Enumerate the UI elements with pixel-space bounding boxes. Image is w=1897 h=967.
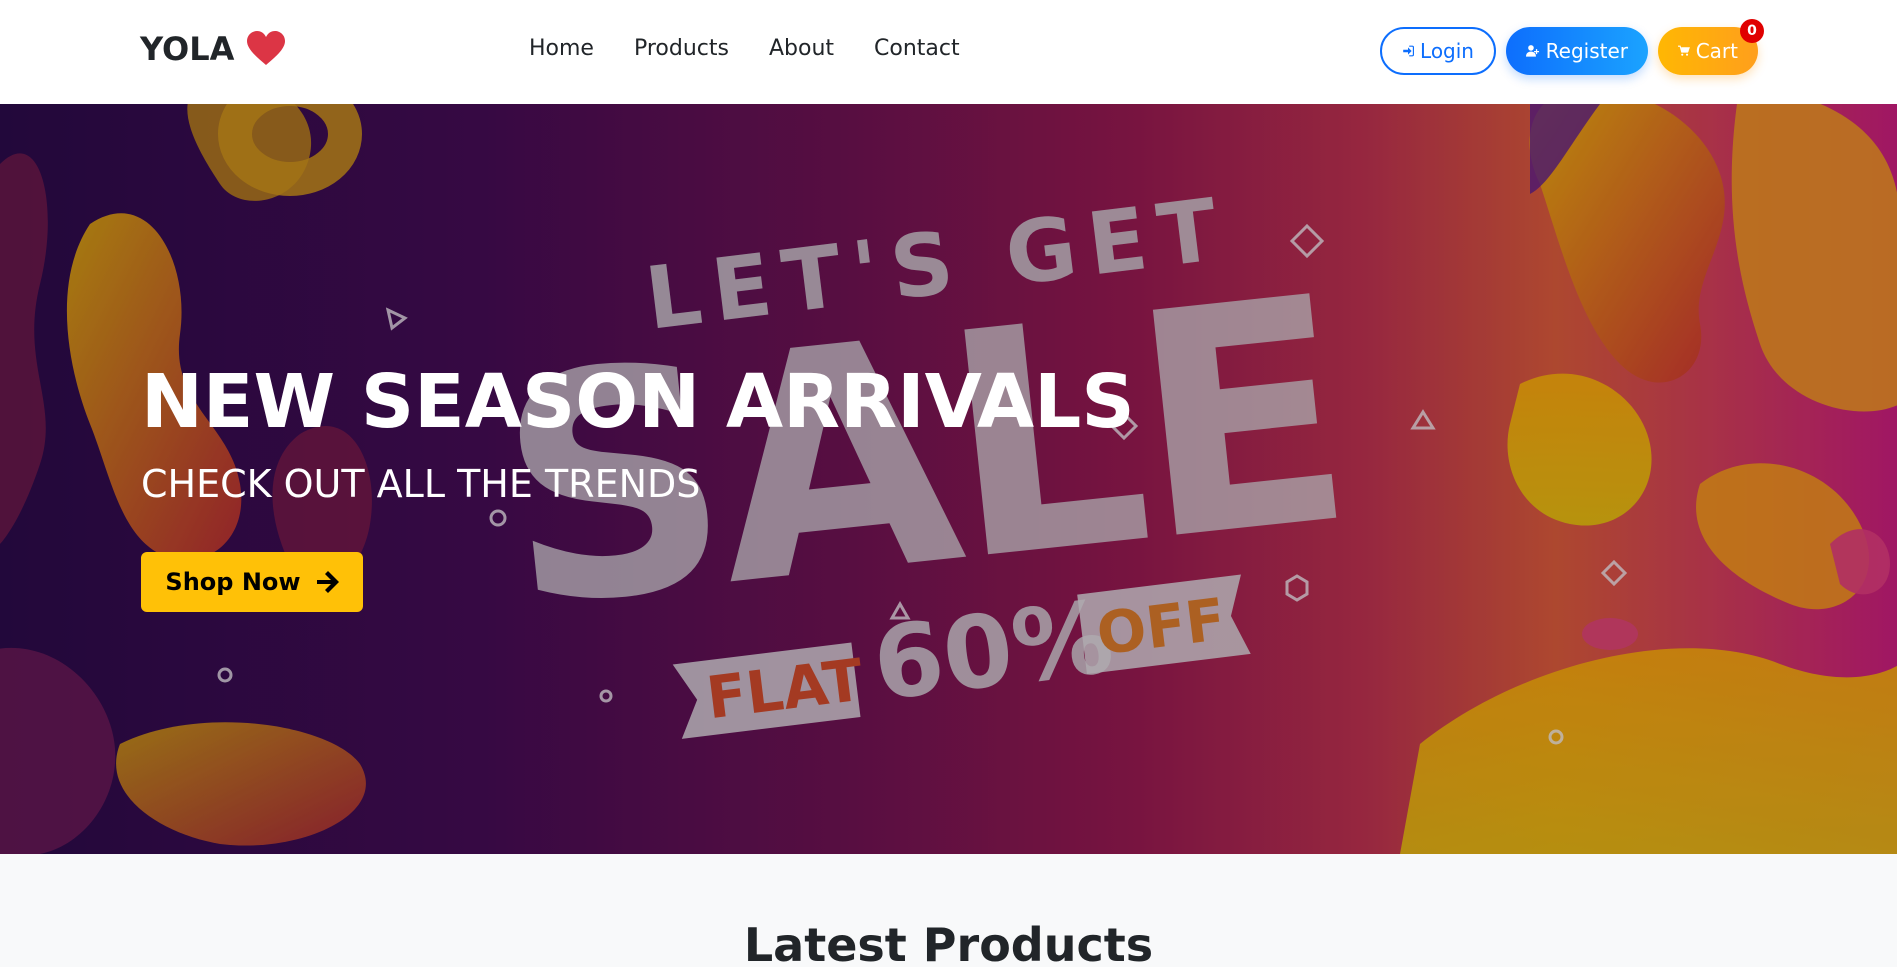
nav-links: Home Products About Contact xyxy=(529,36,960,61)
navbar: YOLA Home Products About Contact Login R… xyxy=(0,0,1897,104)
sign-in-icon xyxy=(1403,45,1415,57)
register-button[interactable]: Register xyxy=(1506,27,1648,75)
latest-products-heading: Latest Products xyxy=(743,918,1154,967)
cart-count-badge: 0 xyxy=(1740,19,1764,43)
login-label: Login xyxy=(1420,39,1474,63)
register-label: Register xyxy=(1545,39,1628,63)
nav-link-home[interactable]: Home xyxy=(529,36,594,61)
login-button[interactable]: Login xyxy=(1380,27,1496,75)
nav-link-about[interactable]: About xyxy=(769,36,834,61)
arrow-right-icon xyxy=(316,571,339,593)
cart-button[interactable]: Cart 0 xyxy=(1658,19,1764,75)
user-plus-icon xyxy=(1526,45,1540,57)
shopping-cart-icon xyxy=(1678,45,1690,56)
brand-name: YOLA xyxy=(140,30,235,68)
heart-icon xyxy=(247,31,286,65)
hero-subtitle: CHECK OUT ALL THE TRENDS xyxy=(141,462,701,506)
hero-title: NEW SEASON ARRIVALS xyxy=(141,359,1135,445)
nav-link-contact[interactable]: Contact xyxy=(874,36,960,61)
cart-label: Cart xyxy=(1695,39,1738,63)
nav-link-products[interactable]: Products xyxy=(634,36,729,61)
hero-banner: LET'S GET SALE FLAT 60% OFF NEW SEASON A… xyxy=(0,104,1897,854)
shop-now-label: Shop Now xyxy=(165,568,301,596)
brand-logo[interactable]: YOLA xyxy=(140,30,286,68)
nav-actions: Login Register Cart 0 xyxy=(1380,19,1764,75)
shop-now-button[interactable]: Shop Now xyxy=(141,552,363,612)
